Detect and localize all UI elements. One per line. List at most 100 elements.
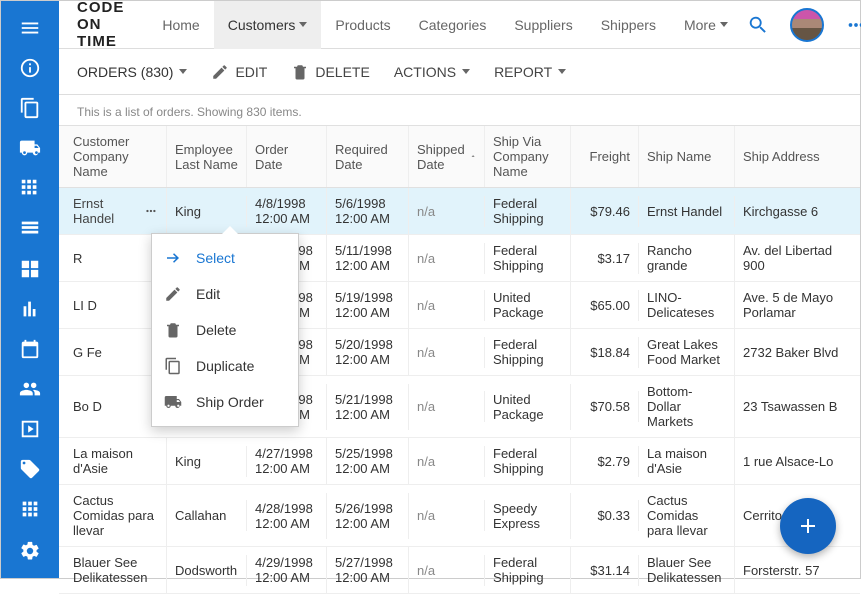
delete-label: DELETE <box>315 64 369 80</box>
cell-orderdate: 4/28/1998 12:00 AM <box>247 493 327 539</box>
cell-shippeddate: n/a <box>409 500 485 531</box>
nav-customers[interactable]: Customers <box>214 1 322 49</box>
col-shippeddate[interactable]: Shipped Date <box>409 126 485 187</box>
cell-shipvia: Federal Shipping <box>485 329 571 375</box>
cell-shipvia: Federal Shipping <box>485 438 571 484</box>
table-row[interactable]: Ernst HandelKing4/8/1998 12:00 AM5/6/199… <box>59 188 860 235</box>
ctx-duplicate-label: Duplicate <box>196 358 254 374</box>
nav-products[interactable]: Products <box>321 1 404 49</box>
topbar: CODE ON TIME Home Customers Products Cat… <box>59 1 860 49</box>
col-shipname[interactable]: Ship Name <box>639 126 735 187</box>
info-icon[interactable] <box>1 49 59 87</box>
report-button[interactable]: REPORT <box>494 64 566 80</box>
list-icon[interactable] <box>1 209 59 247</box>
cell-freight: $79.46 <box>571 196 639 227</box>
cell-shipvia: Speedy Express <box>485 493 571 539</box>
cell-shipvia: United Package <box>485 384 571 430</box>
cell-freight: $3.17 <box>571 243 639 274</box>
grid-large-icon[interactable] <box>1 249 59 287</box>
ctx-delete[interactable]: Delete <box>152 312 298 348</box>
cell-shippeddate: n/a <box>409 337 485 368</box>
grid-header: Customer Company Name Employee Last Name… <box>59 125 860 188</box>
ctx-edit[interactable]: Edit <box>152 276 298 312</box>
col-shipvia[interactable]: Ship Via Company Name <box>485 126 571 187</box>
pencil-icon <box>164 285 182 303</box>
gear-icon[interactable] <box>1 532 59 570</box>
copy-icon <box>164 357 182 375</box>
cell-requireddate: 5/25/1998 12:00 AM <box>327 438 409 484</box>
cell-shippeddate: n/a <box>409 391 485 422</box>
nav-more[interactable]: More <box>670 1 742 49</box>
hamburger-icon[interactable] <box>1 9 59 47</box>
cell-freight: $31.14 <box>571 555 639 586</box>
cell-shipvia: United Package <box>485 282 571 328</box>
col-customer[interactable]: Customer Company Name <box>59 126 167 187</box>
cell-customer: Ernst Handel <box>59 188 167 234</box>
truck-icon[interactable] <box>1 129 59 167</box>
cell-employee: King <box>167 196 247 227</box>
nav-shippers[interactable]: Shippers <box>587 1 670 49</box>
cell-shipvia: Federal Shipping <box>485 547 571 593</box>
col-employee[interactable]: Employee Last Name <box>167 126 247 187</box>
cell-shipaddr: 23 Tsawassen B <box>735 391 860 422</box>
nav-more-label: More <box>684 17 716 33</box>
col-orderdate[interactable]: Order Date <box>247 126 327 187</box>
more-horizontal-icon[interactable] <box>840 9 861 41</box>
cell-shipaddr: 2732 Baker Blvd <box>735 337 860 368</box>
nav-home[interactable]: Home <box>148 1 213 49</box>
ctx-ship[interactable]: Ship Order <box>152 384 298 420</box>
cell-shipvia: Federal Shipping <box>485 235 571 281</box>
cell-shipaddr: Kirchgasse 6 <box>735 196 860 227</box>
copy-icon[interactable] <box>1 89 59 127</box>
cell-employee: Callahan <box>167 500 247 531</box>
cell-shipaddr: 1 rue Alsace-Lo <box>735 446 860 477</box>
cell-shippeddate: n/a <box>409 196 485 227</box>
actions-button[interactable]: ACTIONS <box>394 64 470 80</box>
grid-small-icon[interactable] <box>1 169 59 207</box>
ctx-delete-label: Delete <box>196 322 236 338</box>
arrow-right-icon <box>164 249 182 267</box>
cell-shippeddate: n/a <box>409 290 485 321</box>
brand-title: CODE ON TIME <box>77 0 124 50</box>
table-row[interactable]: La maison d'AsieKing4/27/1998 12:00 AM5/… <box>59 438 860 485</box>
people-icon[interactable] <box>1 370 59 408</box>
col-shipaddr[interactable]: Ship Address <box>735 126 860 187</box>
add-fab[interactable] <box>780 498 836 554</box>
table-row[interactable]: Cactus Comidas para llevarCallahan4/28/1… <box>59 485 860 547</box>
avatar[interactable] <box>790 8 824 42</box>
view-title[interactable]: ORDERS (830) <box>77 64 187 80</box>
cell-employee: Dodsworth <box>167 555 247 586</box>
row-more-icon[interactable] <box>144 203 158 219</box>
play-icon[interactable] <box>1 410 59 448</box>
bar-chart-icon[interactable] <box>1 290 59 328</box>
calendar-icon[interactable] <box>1 330 59 368</box>
search-icon[interactable] <box>742 9 774 41</box>
tag-icon[interactable] <box>1 450 59 488</box>
ctx-duplicate[interactable]: Duplicate <box>152 348 298 384</box>
col-freight[interactable]: Freight <box>571 126 639 187</box>
nav-categories[interactable]: Categories <box>405 1 501 49</box>
apps-icon[interactable] <box>1 490 59 528</box>
cell-shipvia: Federal Shipping <box>485 188 571 234</box>
truck-icon <box>164 393 182 411</box>
cell-shipname: Ernst Handel <box>639 196 735 227</box>
delete-button[interactable]: DELETE <box>291 63 369 81</box>
plus-icon <box>796 514 820 538</box>
col-requireddate[interactable]: Required Date <box>327 126 409 187</box>
pencil-icon <box>211 63 229 81</box>
cell-freight: $0.33 <box>571 500 639 531</box>
cell-freight: $70.58 <box>571 391 639 422</box>
sidebar <box>1 1 59 578</box>
cell-requireddate: 5/20/1998 12:00 AM <box>327 329 409 375</box>
edit-label: EDIT <box>235 64 267 80</box>
cell-freight: $65.00 <box>571 290 639 321</box>
cell-shippeddate: n/a <box>409 555 485 586</box>
trash-icon <box>291 63 309 81</box>
ctx-select[interactable]: Select <box>152 240 298 276</box>
edit-button[interactable]: EDIT <box>211 63 267 81</box>
sort-asc-icon <box>470 152 476 162</box>
nav-suppliers[interactable]: Suppliers <box>500 1 586 49</box>
summary-text: This is a list of orders. Showing 830 it… <box>59 95 860 125</box>
table-row[interactable]: Blauer See DelikatessenDodsworth4/29/199… <box>59 547 860 594</box>
cell-orderdate: 4/29/1998 12:00 AM <box>247 547 327 593</box>
